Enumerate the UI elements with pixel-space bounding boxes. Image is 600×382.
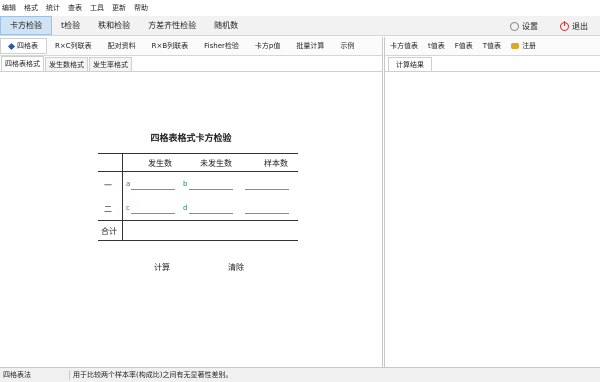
test-rxc-table[interactable]: R×C列联表 — [47, 41, 100, 51]
test-fourfold-label: 四格表 — [17, 42, 38, 50]
test-rxb-table[interactable]: R×B列联表 — [144, 41, 197, 51]
tab-chi-square[interactable]: 卡方检验 — [0, 16, 52, 35]
col-header-occurred: 发生数 — [148, 159, 172, 168]
cell-b-input[interactable] — [189, 189, 233, 190]
table-total-rule — [98, 220, 298, 221]
form-title: 四格表格式卡方检验 — [150, 134, 232, 144]
test-example[interactable]: 示例 — [332, 41, 362, 51]
calculate-button[interactable]: 计算 — [154, 262, 170, 273]
test-fourfold-table[interactable]: 四格表 — [0, 38, 47, 54]
row-label-2: 二 — [104, 205, 112, 214]
menu-bar: 编辑 格式 统计 查表 工具 更新 帮助 — [0, 0, 600, 16]
tab-fourfold-format[interactable]: 四格表格式 — [1, 56, 44, 71]
settings-button[interactable]: 设置 — [510, 21, 538, 32]
test-paired-data[interactable]: 配对资料 — [100, 41, 144, 51]
cell-d-label: d — [183, 204, 188, 212]
t-table-button[interactable]: t值表 — [423, 41, 450, 51]
table-top-rule — [98, 153, 298, 154]
cell-a-label: a — [126, 180, 131, 188]
cell-a-input[interactable] — [131, 189, 175, 190]
col-header-not-occurred: 未发生数 — [200, 159, 232, 168]
menu-help[interactable]: 帮助 — [134, 3, 148, 13]
settings-label: 设置 — [522, 21, 538, 31]
test-fisher[interactable]: Fisher检验 — [196, 41, 247, 51]
tab-random-number[interactable]: 随机数 — [205, 16, 247, 35]
exit-button[interactable]: 退出 — [560, 20, 588, 32]
main-tab-bar: 卡方检验 t检验 秩和检验 方差齐性检验 随机数 设置 退出 — [0, 16, 600, 36]
menu-lookup[interactable]: 查表 — [68, 3, 82, 13]
row1-total-input[interactable] — [245, 189, 289, 190]
test-chi-p-value[interactable]: 卡方p值 — [247, 41, 288, 51]
col-header-sample: 样本数 — [264, 159, 288, 168]
cell-d-input[interactable] — [189, 213, 233, 214]
key-icon — [511, 43, 520, 49]
cell-c-label: c — [126, 204, 130, 212]
right-pane: 卡方值表 t值表 F值表 T值表 注册 计算结果 — [384, 37, 600, 367]
tab-rank-sum[interactable]: 秩和检验 — [89, 16, 139, 35]
power-icon — [560, 20, 569, 31]
test-batch-calc[interactable]: 批量计算 — [288, 41, 332, 51]
status-bar: 四格表法 用于比较两个样本率(构成比)之间有无显著性差别。 — [0, 367, 600, 382]
gear-icon — [510, 21, 519, 31]
row2-total-input[interactable] — [245, 213, 289, 214]
tab-variance-homogeneity[interactable]: 方差齐性检验 — [139, 16, 205, 35]
register-label: 注册 — [522, 42, 537, 50]
clear-button[interactable]: 清除 — [228, 262, 244, 273]
menu-statistics[interactable]: 统计 — [46, 3, 60, 13]
f-table-button[interactable]: F值表 — [450, 41, 478, 51]
tab-calc-result[interactable]: 计算结果 — [388, 57, 432, 72]
row-label-total: 合计 — [101, 227, 117, 236]
tab-rate-format[interactable]: 发生率格式 — [89, 57, 132, 71]
table-column-rule — [122, 153, 123, 240]
form-area: 四格表格式卡方检验 发生数 未发生数 样本数 一 二 合计 a b c d 计算… — [0, 72, 382, 362]
T-table-button[interactable]: T值表 — [478, 41, 506, 51]
cell-b-label: b — [183, 180, 188, 188]
chi-table-button[interactable]: 卡方值表 — [385, 41, 423, 51]
table-header-rule — [98, 171, 298, 172]
row-label-1: 一 — [104, 181, 112, 190]
menu-update[interactable]: 更新 — [112, 3, 126, 13]
format-tab-bar: 四格表格式 发生数格式 发生率格式 — [0, 56, 382, 72]
exit-label: 退出 — [572, 21, 588, 31]
table-lookup-toolbar: 卡方值表 t值表 F值表 T值表 注册 — [385, 37, 600, 56]
test-type-toolbar: 四格表 R×C列联表 配对资料 R×B列联表 Fisher检验 卡方p值 批量计… — [0, 37, 382, 56]
status-mode: 四格表法 — [0, 370, 70, 380]
status-message: 用于比较两个样本率(构成比)之间有无显著性差别。 — [73, 371, 233, 379]
tab-t-test[interactable]: t检验 — [52, 16, 89, 35]
menu-edit[interactable]: 编辑 — [2, 3, 16, 13]
menu-format[interactable]: 格式 — [24, 3, 38, 13]
result-panel — [385, 71, 600, 367]
tab-occurrence-format[interactable]: 发生数格式 — [45, 57, 88, 71]
register-button[interactable]: 注册 — [506, 41, 541, 51]
left-pane: 四格表 R×C列联表 配对资料 R×B列联表 Fisher检验 卡方p值 批量计… — [0, 37, 383, 367]
table-bottom-rule — [98, 240, 298, 241]
diamond-icon — [7, 42, 16, 50]
menu-tools[interactable]: 工具 — [90, 3, 104, 13]
cell-c-input[interactable] — [131, 213, 175, 214]
